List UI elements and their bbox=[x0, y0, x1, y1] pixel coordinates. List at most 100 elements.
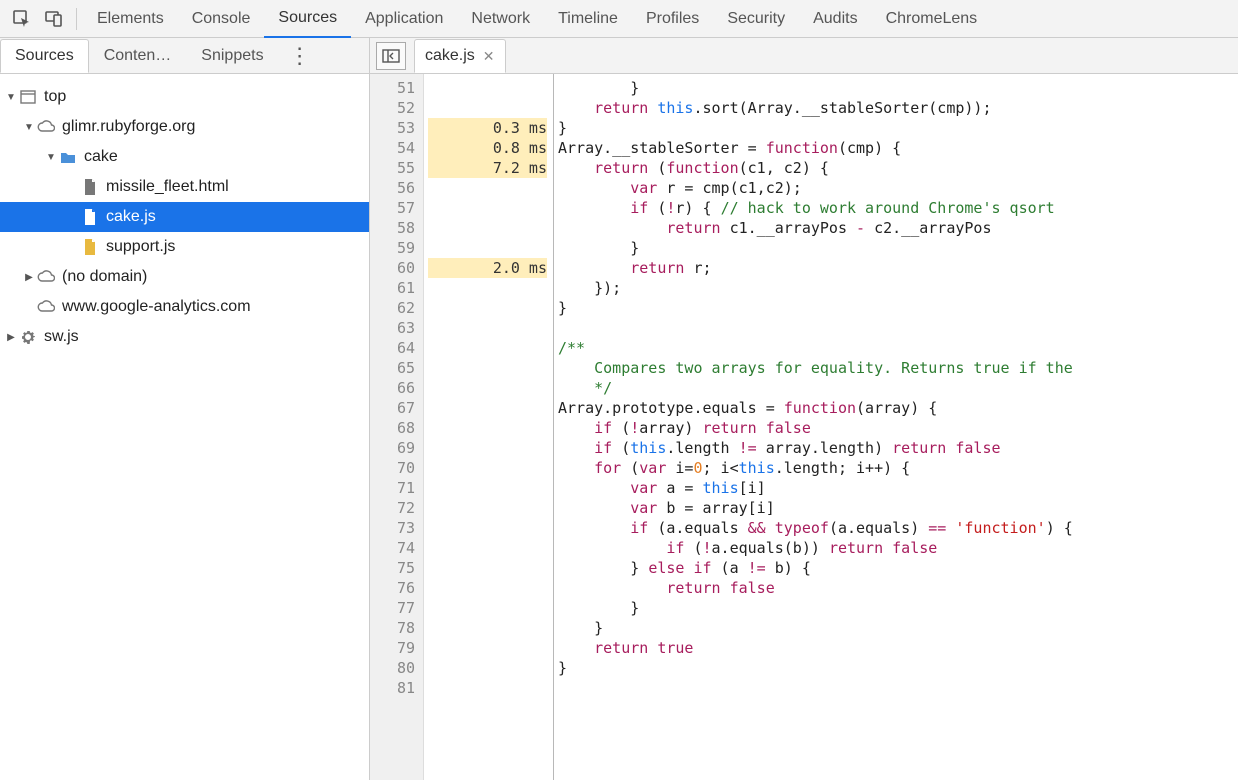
code-line[interactable]: } bbox=[558, 78, 1238, 98]
code-line[interactable]: Array.prototype.equals = function(array)… bbox=[558, 398, 1238, 418]
tree-item[interactable]: support.js bbox=[0, 232, 369, 262]
panel-tab-network[interactable]: Network bbox=[457, 0, 544, 38]
line-number[interactable]: 52 bbox=[374, 98, 415, 118]
navigator-tab-0[interactable]: Sources bbox=[0, 39, 89, 73]
panel-tab-console[interactable]: Console bbox=[178, 0, 265, 38]
line-number[interactable]: 55 bbox=[374, 158, 415, 178]
line-number[interactable]: 54 bbox=[374, 138, 415, 158]
tree-item[interactable]: www.google-analytics.com bbox=[0, 292, 369, 322]
code-line[interactable]: } bbox=[558, 618, 1238, 638]
line-number[interactable]: 63 bbox=[374, 318, 415, 338]
code-line[interactable]: return r; bbox=[558, 258, 1238, 278]
device-toggle-button[interactable] bbox=[38, 0, 70, 38]
line-number[interactable]: 71 bbox=[374, 478, 415, 498]
code-line[interactable] bbox=[558, 678, 1238, 698]
line-number[interactable]: 51 bbox=[374, 78, 415, 98]
code-line[interactable]: var b = array[i] bbox=[558, 498, 1238, 518]
line-number[interactable]: 81 bbox=[374, 678, 415, 698]
code-line[interactable]: } bbox=[558, 598, 1238, 618]
chevron-down-icon[interactable]: ▼ bbox=[22, 122, 36, 133]
editor-tab-cakejs[interactable]: cake.js ✕ bbox=[414, 39, 506, 73]
code-line[interactable]: } else if (a != b) { bbox=[558, 558, 1238, 578]
navigator-tab-2[interactable]: Snippets bbox=[186, 39, 278, 73]
navigator-tab-1[interactable]: Conten… bbox=[89, 39, 187, 73]
more-tabs-icon[interactable]: ⋮ bbox=[279, 43, 321, 69]
toggle-navigator-button[interactable] bbox=[376, 42, 406, 70]
line-number[interactable]: 56 bbox=[374, 178, 415, 198]
code-line[interactable]: var a = this[i] bbox=[558, 478, 1238, 498]
file-navigator[interactable]: ▼top▼glimr.rubyforge.org▼cakemissile_fle… bbox=[0, 74, 370, 780]
chevron-down-icon[interactable]: ▼ bbox=[44, 152, 58, 163]
line-number[interactable]: 62 bbox=[374, 298, 415, 318]
code-line[interactable]: for (var i=0; i<this.length; i++) { bbox=[558, 458, 1238, 478]
file-js-icon bbox=[80, 209, 100, 225]
line-number[interactable]: 74 bbox=[374, 538, 415, 558]
line-number[interactable]: 79 bbox=[374, 638, 415, 658]
code-line[interactable]: } bbox=[558, 658, 1238, 678]
panel-tab-profiles[interactable]: Profiles bbox=[632, 0, 713, 38]
tree-item[interactable]: cake.js bbox=[0, 202, 369, 232]
line-number[interactable]: 78 bbox=[374, 618, 415, 638]
line-number[interactable]: 61 bbox=[374, 278, 415, 298]
code-line[interactable]: } bbox=[558, 298, 1238, 318]
code-line[interactable]: if (!r) { // hack to work around Chrome'… bbox=[558, 198, 1238, 218]
line-number[interactable]: 67 bbox=[374, 398, 415, 418]
line-number[interactable]: 65 bbox=[374, 358, 415, 378]
panel-tab-security[interactable]: Security bbox=[713, 0, 799, 38]
panel-tab-audits[interactable]: Audits bbox=[799, 0, 871, 38]
code-line[interactable]: if (a.equals && typeof(a.equals) == 'fun… bbox=[558, 518, 1238, 538]
code-editor[interactable]: 5152535455565758596061626364656667686970… bbox=[370, 74, 1238, 780]
line-number[interactable]: 66 bbox=[374, 378, 415, 398]
line-number[interactable]: 70 bbox=[374, 458, 415, 478]
chevron-right-icon[interactable]: ▶ bbox=[22, 272, 36, 283]
line-number[interactable]: 75 bbox=[374, 558, 415, 578]
tree-item[interactable]: ▼glimr.rubyforge.org bbox=[0, 112, 369, 142]
code-line[interactable]: }); bbox=[558, 278, 1238, 298]
close-icon[interactable]: ✕ bbox=[483, 48, 495, 65]
line-number[interactable]: 58 bbox=[374, 218, 415, 238]
code-line[interactable]: return true bbox=[558, 638, 1238, 658]
code-line[interactable]: Array.__stableSorter = function(cmp) { bbox=[558, 138, 1238, 158]
code-line[interactable]: /** bbox=[558, 338, 1238, 358]
line-number[interactable]: 64 bbox=[374, 338, 415, 358]
code-line[interactable]: return false bbox=[558, 578, 1238, 598]
line-number[interactable]: 73 bbox=[374, 518, 415, 538]
line-number[interactable]: 60 bbox=[374, 258, 415, 278]
tree-item[interactable]: ▶sw.js bbox=[0, 322, 369, 352]
panel-tab-application[interactable]: Application bbox=[351, 0, 457, 38]
code-line[interactable]: } bbox=[558, 118, 1238, 138]
code-line[interactable]: if (!a.equals(b)) return false bbox=[558, 538, 1238, 558]
code-line[interactable]: return (function(c1, c2) { bbox=[558, 158, 1238, 178]
code-line[interactable]: } bbox=[558, 238, 1238, 258]
panel-tab-chromelens[interactable]: ChromeLens bbox=[872, 0, 992, 38]
line-number[interactable]: 59 bbox=[374, 238, 415, 258]
panel-tab-sources[interactable]: Sources bbox=[264, 0, 351, 39]
code-line[interactable]: var r = cmp(c1,c2); bbox=[558, 178, 1238, 198]
line-number[interactable]: 76 bbox=[374, 578, 415, 598]
code-content[interactable]: } return this.sort(Array.__stableSorter(… bbox=[554, 74, 1238, 780]
chevron-right-icon[interactable]: ▶ bbox=[4, 332, 18, 343]
chevron-down-icon[interactable]: ▼ bbox=[4, 92, 18, 103]
tree-item[interactable]: ▼cake bbox=[0, 142, 369, 172]
code-line[interactable]: return c1.__arrayPos - c2.__arrayPos bbox=[558, 218, 1238, 238]
line-number[interactable]: 68 bbox=[374, 418, 415, 438]
line-number[interactable]: 57 bbox=[374, 198, 415, 218]
code-line[interactable]: if (this.length != array.length) return … bbox=[558, 438, 1238, 458]
line-number[interactable]: 72 bbox=[374, 498, 415, 518]
line-number[interactable]: 77 bbox=[374, 598, 415, 618]
code-line[interactable]: Compares two arrays for equality. Return… bbox=[558, 358, 1238, 378]
panel-tab-timeline[interactable]: Timeline bbox=[544, 0, 632, 38]
code-line[interactable]: if (!array) return false bbox=[558, 418, 1238, 438]
line-number[interactable]: 69 bbox=[374, 438, 415, 458]
code-line[interactable]: return this.sort(Array.__stableSorter(cm… bbox=[558, 98, 1238, 118]
tree-item[interactable]: ▶(no domain) bbox=[0, 262, 369, 292]
code-line[interactable]: */ bbox=[558, 378, 1238, 398]
profiling-time bbox=[428, 298, 547, 318]
tree-item[interactable]: ▼top bbox=[0, 82, 369, 112]
panel-tab-elements[interactable]: Elements bbox=[83, 0, 178, 38]
code-line[interactable] bbox=[558, 318, 1238, 338]
inspect-element-button[interactable] bbox=[6, 0, 38, 38]
line-number[interactable]: 80 bbox=[374, 658, 415, 678]
line-number[interactable]: 53 bbox=[374, 118, 415, 138]
tree-item[interactable]: missile_fleet.html bbox=[0, 172, 369, 202]
